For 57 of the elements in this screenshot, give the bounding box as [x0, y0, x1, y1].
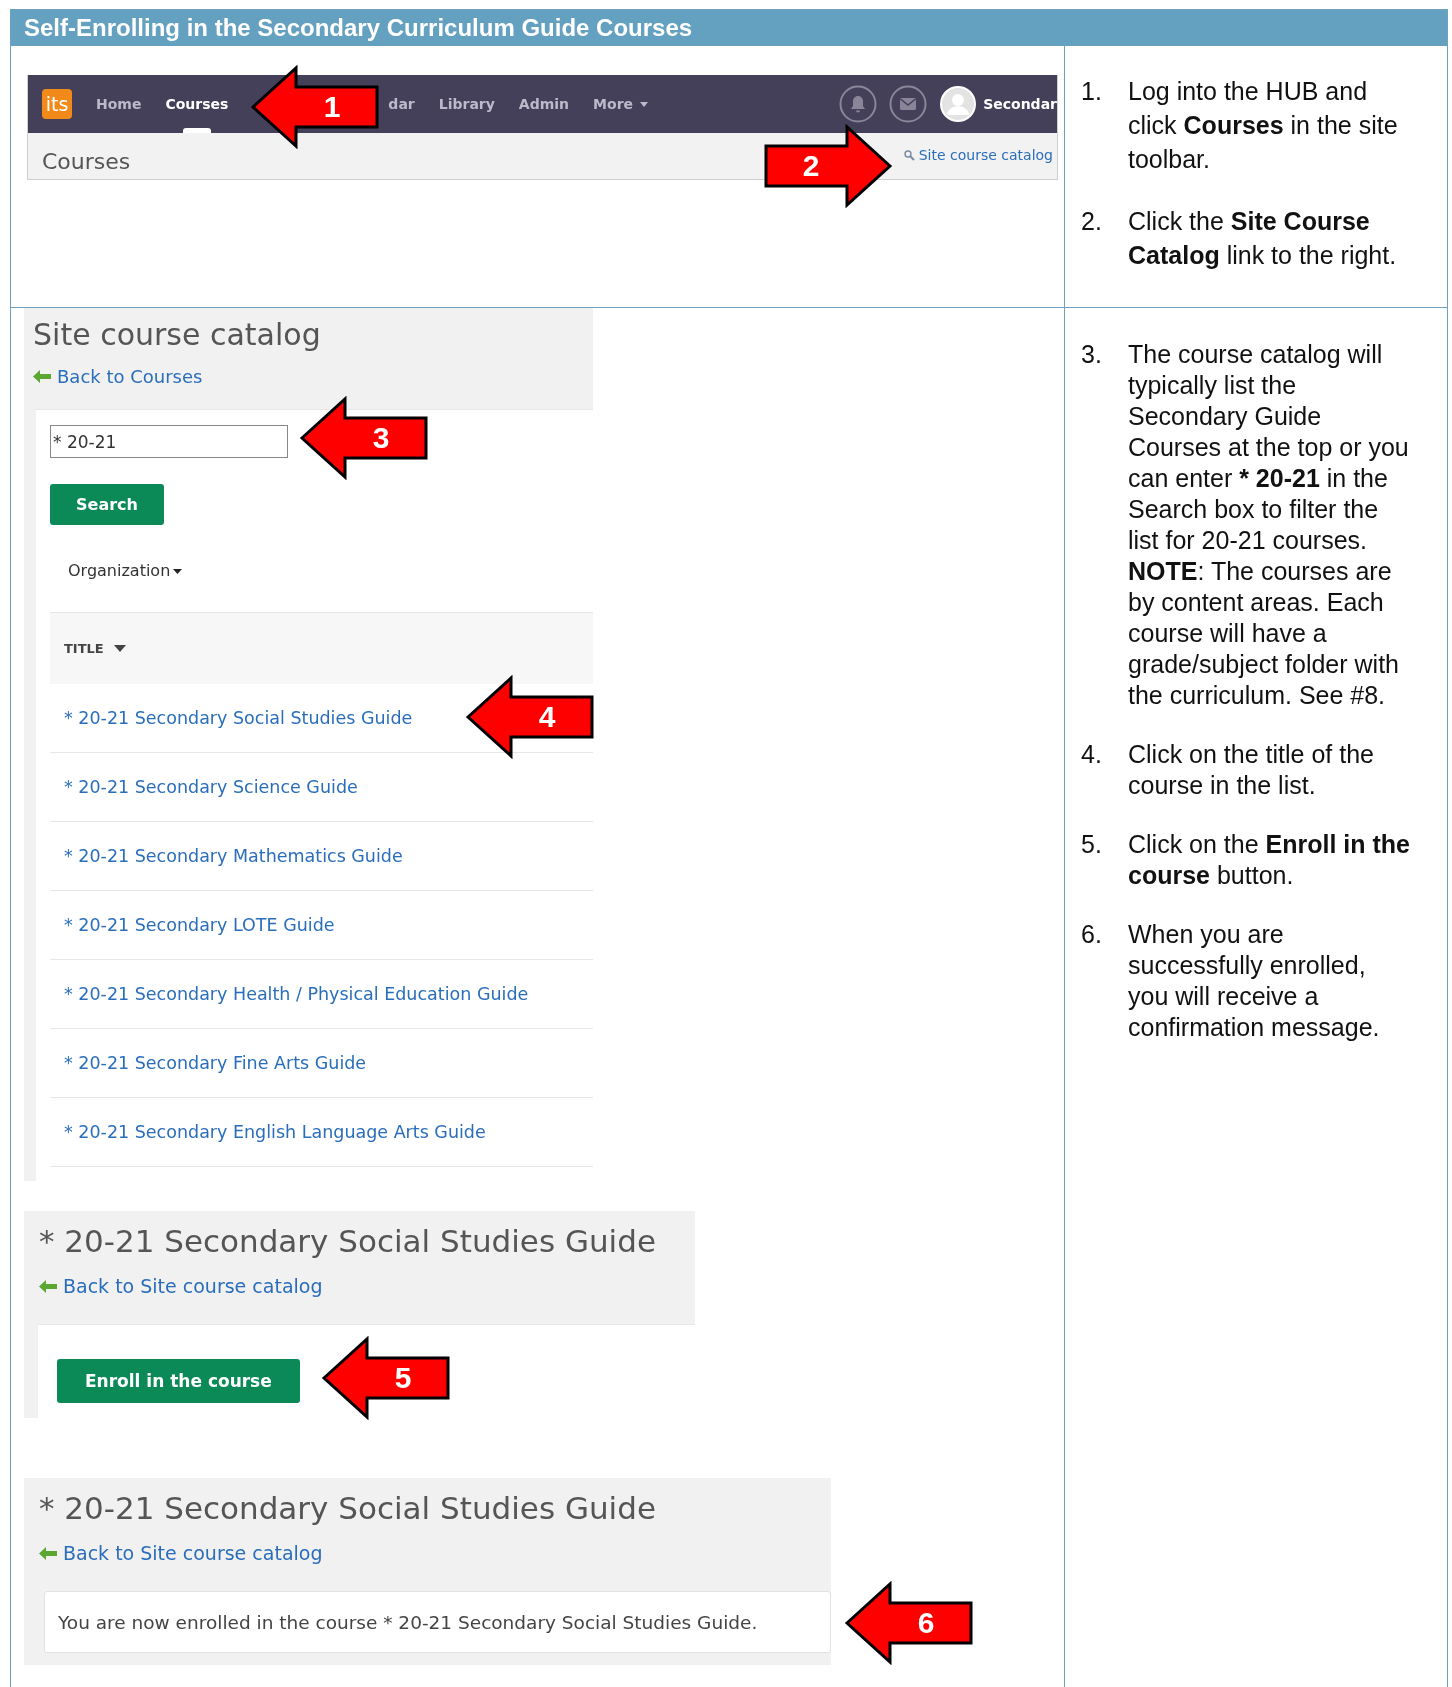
back-arrow-icon [33, 370, 51, 383]
avatar-icon[interactable] [939, 85, 978, 123]
document-title: Self-Enrolling in the Secondary Curriculum Guide Courses [24, 14, 693, 42]
confirmation-message: You are now enrolled in the course * 20-21 Secondary Social Studies Guide. [58, 1611, 758, 1633]
caret-icon [173, 568, 183, 574]
course-link[interactable]: * 20-21 Secondary Mathematics Guide [64, 846, 403, 866]
notification-bell-icon[interactable] [839, 85, 878, 123]
callout-number: 5 [393, 1360, 413, 1396]
step-text: Click on the Enroll in the course button. [1128, 829, 1410, 891]
course-link[interactable]: * 20-21 Secondary LOTE Guide [64, 915, 335, 935]
organization-filter[interactable]: Organization [68, 560, 183, 582]
callout-number: 1 [322, 89, 342, 125]
back-link[interactable]: Back to Site course catalog [39, 1542, 323, 1564]
step-text: Click the Site Course Catalog link to the right. [1128, 206, 1398, 271]
search-button[interactable]: Search [50, 484, 164, 525]
callout-number: 3 [371, 420, 391, 456]
search-icon [903, 149, 915, 161]
caret-icon [640, 101, 649, 107]
user-name[interactable]: Secondar [983, 96, 1057, 112]
step-text: Click on the title of the course in the list. [1128, 739, 1375, 801]
search-field[interactable]: * 20-21 [50, 425, 288, 458]
step-number: 5. [1081, 829, 1103, 860]
step-text: The course catalog will typically list the Secondary Guide Courses at the top or you can enter * 20-21 in the Search box to filter the list for 20-21 courses. NOTE: The courses are by content areas. Each course will have a grade/subject folder with the curriculum. See #8. [1128, 339, 1410, 711]
back-link[interactable]: Back to Site course catalog [39, 1275, 323, 1297]
step-text: When you are successfully enrolled, you will receive a confirmation message. [1128, 919, 1381, 1043]
course-title: * 20-21 Secondary Social Studies Guide [39, 1222, 657, 1261]
step-number: 6. [1081, 919, 1103, 950]
back-arrow-icon [39, 1279, 57, 1293]
nav-link[interactable]: Home [96, 75, 142, 133]
nav-link[interactable]: dar [388, 75, 415, 133]
course-link[interactable]: * 20-21 Secondary Social Studies Guide [64, 708, 413, 728]
step-text: Log into the HUB and click Courses in the site toolbar. [1128, 76, 1399, 175]
course-link[interactable]: * 20-21 Secondary English Language Arts Guide [64, 1122, 486, 1142]
mail-icon[interactable] [889, 85, 928, 123]
step-number: 4. [1081, 739, 1103, 770]
step-number: 1. [1081, 76, 1103, 107]
page-title: Courses [42, 148, 131, 176]
catalog-link[interactable]: Site course catalog [903, 147, 1053, 179]
nav-link[interactable]: Admin [518, 75, 570, 133]
nav-link[interactable]: More [593, 75, 649, 133]
sort-caret-icon[interactable] [113, 645, 126, 652]
callout-number: 2 [801, 148, 821, 184]
course-link[interactable]: * 20-21 Secondary Health / Physical Education Guide [64, 984, 529, 1004]
course-link[interactable]: * 20-21 Secondary Science Guide [64, 777, 358, 797]
back-link[interactable]: Back to Courses [33, 366, 203, 387]
column-heading[interactable]: TITLE [64, 641, 104, 656]
step-number: 3. [1081, 339, 1103, 370]
enroll-button[interactable]: Enroll in the course [57, 1359, 300, 1403]
nav-link[interactable]: Library [438, 75, 495, 133]
course-title: * 20-21 Secondary Social Studies Guide [39, 1489, 657, 1528]
page-title: Site course catalog [33, 316, 322, 354]
callout-number: 4 [537, 699, 557, 735]
back-arrow-icon [39, 1546, 57, 1560]
course-link[interactable]: * 20-21 Secondary Fine Arts Guide [64, 1053, 367, 1073]
step-number: 2. [1081, 206, 1103, 237]
callout-number: 6 [916, 1605, 936, 1641]
nav-link[interactable]: Courses [165, 75, 229, 133]
